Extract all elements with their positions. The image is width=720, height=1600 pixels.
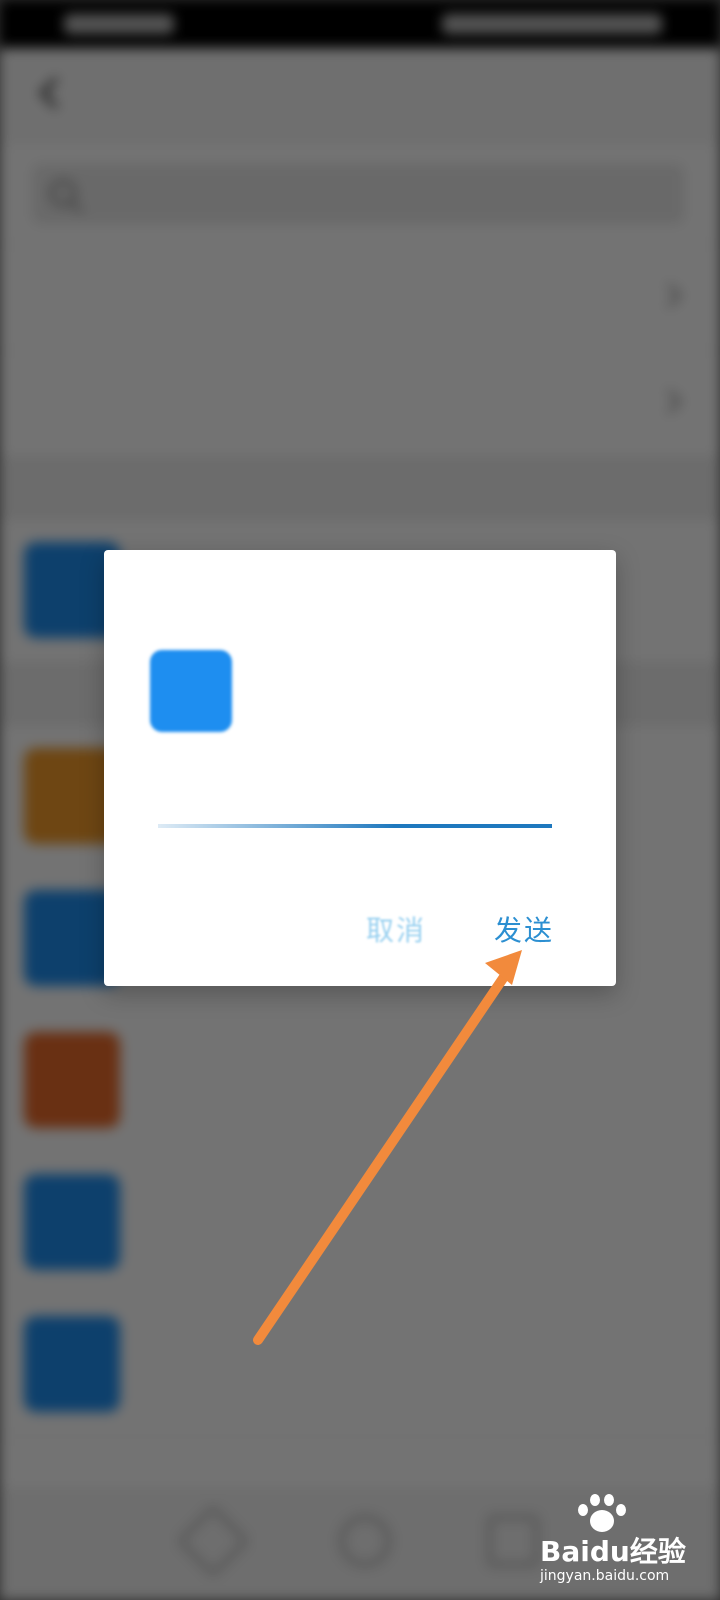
send-button[interactable]: 发送 [488, 906, 560, 952]
recipient-avatar [150, 650, 232, 732]
watermark-site: jingyan.baidu.com [540, 1568, 670, 1584]
baidu-watermark: Baidu经验 jingyan.baidu.com [540, 1490, 710, 1590]
dialog-actions: 取消 发送 [104, 866, 616, 986]
message-input[interactable] [158, 776, 562, 824]
watermark-brand: Baidu经验 [540, 1535, 686, 1568]
send-dialog: 取消 发送 [104, 550, 616, 986]
cancel-button[interactable]: 取消 [360, 906, 432, 952]
baidu-paw-icon [578, 1494, 626, 1534]
message-input-underline [158, 824, 552, 828]
